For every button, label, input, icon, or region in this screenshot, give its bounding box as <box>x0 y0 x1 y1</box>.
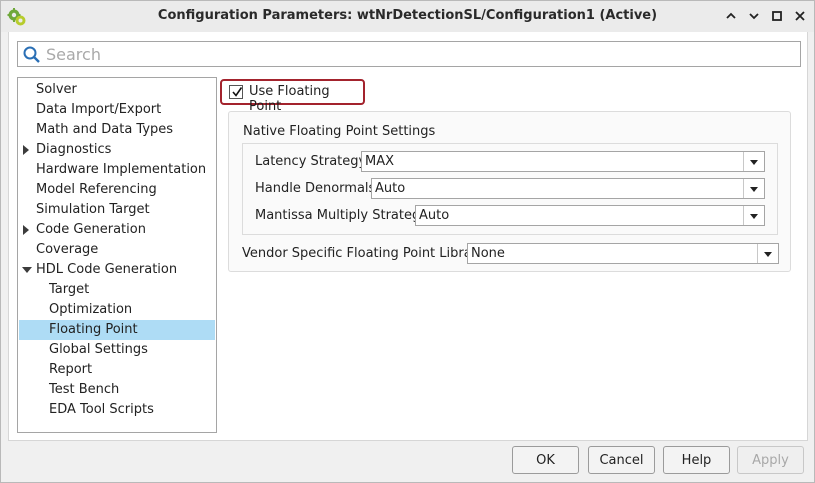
chevron-up-icon <box>725 12 736 19</box>
tree-item-label: Global Settings <box>49 342 148 357</box>
tree-item-math-data-types[interactable]: Math and Data Types <box>19 120 215 140</box>
dropdown-arrow-icon[interactable] <box>743 206 764 225</box>
config-parameters-window: Configuration Parameters: wtNrDetectionS… <box>0 0 815 483</box>
tree-item-label: Code Generation <box>36 222 146 237</box>
tree-item-label: Math and Data Types <box>36 122 174 137</box>
category-tree[interactable]: Solver Data Import/Export Math and Data … <box>17 77 217 433</box>
cancel-button[interactable]: Cancel <box>588 446 655 474</box>
use-floating-point-checkbox[interactable] <box>229 85 243 99</box>
expand-arrow-icon[interactable] <box>23 225 29 235</box>
tree-item-label: Target <box>49 282 90 297</box>
restore-button[interactable] <box>745 7 762 25</box>
tree-item-label: Report <box>49 362 93 377</box>
help-button[interactable]: Help <box>663 446 730 474</box>
handle-denormals-select[interactable]: Auto <box>371 178 765 199</box>
dialog-content: Solver Data Import/Export Math and Data … <box>8 32 808 441</box>
native-settings-box: Latency Strategy: MAX Handle Denormals: … <box>242 143 778 235</box>
tree-item-floating-point[interactable]: Floating Point <box>19 320 215 340</box>
tree-item-label: Hardware Implementation <box>36 162 207 177</box>
tree-item-global-settings[interactable]: Global Settings <box>19 340 215 360</box>
square-icon <box>771 11 782 21</box>
tree-item-hdl-code-generation[interactable]: HDL Code Generation <box>19 260 215 280</box>
tree-item-label: HDL Code Generation <box>36 262 178 277</box>
close-button[interactable] <box>791 7 808 25</box>
vendor-library-value: None <box>471 246 505 261</box>
apply-button[interactable]: Apply <box>737 446 804 474</box>
dropdown-arrow-icon[interactable] <box>743 179 764 198</box>
latency-strategy-value: MAX <box>365 154 395 169</box>
title-bar[interactable]: Configuration Parameters: wtNrDetectionS… <box>1 1 814 32</box>
search-input[interactable] <box>44 43 794 65</box>
chevron-down-icon <box>748 13 759 20</box>
search-box[interactable] <box>17 41 801 67</box>
tree-item-label: EDA Tool Scripts <box>49 402 154 417</box>
tree-item-label: Test Bench <box>49 382 120 397</box>
tree-item-label: Coverage <box>36 242 99 257</box>
tree-item-label: Optimization <box>49 302 133 317</box>
close-icon <box>794 11 805 21</box>
dropdown-arrow-icon[interactable] <box>757 244 778 263</box>
tree-item-label: Floating Point <box>49 322 138 337</box>
use-floating-point-label: Use Floating Point <box>249 84 330 114</box>
collapse-arrow-icon[interactable] <box>22 267 32 273</box>
tree-item-label: Model Referencing <box>36 182 157 197</box>
latency-strategy-label: Latency Strategy: <box>255 154 370 169</box>
tree-item-optimization[interactable]: Optimization <box>19 300 215 320</box>
tree-item-code-generation[interactable]: Code Generation <box>19 220 215 240</box>
minimize-button[interactable] <box>722 7 739 25</box>
tree-item-diagnostics[interactable]: Diagnostics <box>19 140 215 160</box>
tree-item-eda-tool-scripts[interactable]: EDA Tool Scripts <box>19 400 215 420</box>
mantissa-multiply-select[interactable]: Auto <box>415 205 765 226</box>
tree-item-report[interactable]: Report <box>19 360 215 380</box>
tree-item-label: Diagnostics <box>36 142 112 157</box>
latency-strategy-select[interactable]: MAX <box>361 151 765 172</box>
group-title: Native Floating Point Settings <box>243 124 436 139</box>
tree-item-test-bench[interactable]: Test Bench <box>19 380 215 400</box>
handle-denormals-value: Auto <box>375 181 406 196</box>
mantissa-multiply-value: Auto <box>419 208 450 223</box>
search-icon <box>23 46 40 63</box>
handle-denormals-label: Handle Denormals: <box>255 181 380 196</box>
tree-item-hardware-implementation[interactable]: Hardware Implementation <box>19 160 215 180</box>
vendor-library-select[interactable]: None <box>467 243 779 264</box>
native-floating-point-group: Native Floating Point Settings Latency S… <box>228 111 791 272</box>
ok-button[interactable]: OK <box>512 446 579 474</box>
tree-item-model-referencing[interactable]: Model Referencing <box>19 180 215 200</box>
tree-item-solver[interactable]: Solver <box>19 80 215 100</box>
window-controls <box>722 7 808 25</box>
mantissa-multiply-label: Mantissa Multiply Strategy: <box>255 208 432 223</box>
window-title: Configuration Parameters: wtNrDetectionS… <box>157 8 658 23</box>
expand-arrow-icon[interactable] <box>23 145 29 155</box>
checkmark-icon <box>232 87 243 97</box>
maximize-button[interactable] <box>768 7 785 25</box>
tree-item-target[interactable]: Target <box>19 280 215 300</box>
dropdown-arrow-icon[interactable] <box>743 152 764 171</box>
tree-item-simulation-target[interactable]: Simulation Target <box>19 200 215 220</box>
tree-item-label: Solver <box>36 82 77 97</box>
vendor-library-label: Vendor Specific Floating Point Library: <box>242 246 489 261</box>
tree-item-coverage[interactable]: Coverage <box>19 240 215 260</box>
tree-item-data-import-export[interactable]: Data Import/Export <box>19 100 215 120</box>
tree-item-label: Simulation Target <box>36 202 150 217</box>
use-floating-point-option[interactable]: Use Floating Point <box>220 79 365 114</box>
tree-item-label: Data Import/Export <box>36 102 162 117</box>
